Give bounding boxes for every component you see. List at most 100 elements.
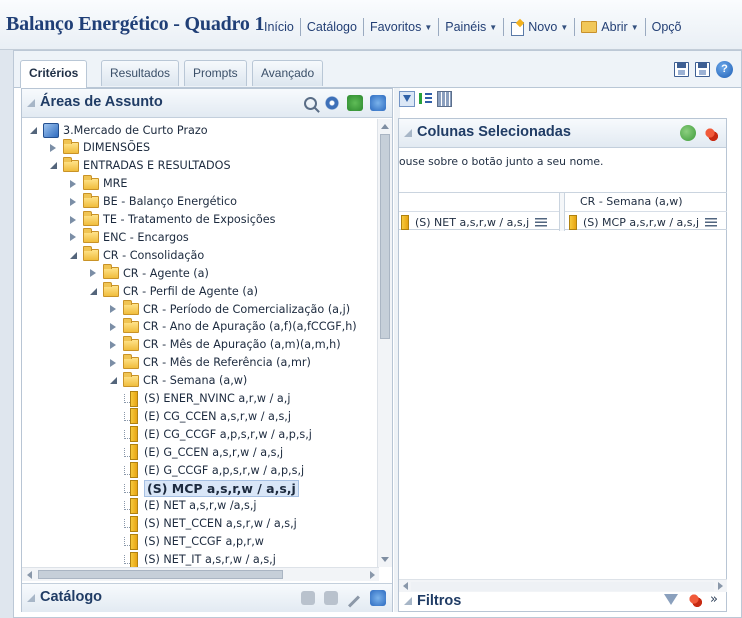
tree-folder-item[interactable]: MRE — [68, 174, 128, 193]
tree-folder-item[interactable]: CR - Ano de Apuração (a,f)(a,fCCGF,h) — [108, 317, 357, 336]
catalog-header[interactable]: Catálogo — [22, 583, 392, 612]
tree-column-item[interactable]: (E) CG_CCGF a,p,s,r,w / a,p,s,j — [124, 425, 312, 443]
tree-folder-item[interactable]: CR - Consolidação — [68, 246, 204, 264]
tab-criterios[interactable]: Critérios — [20, 60, 88, 88]
tree-column-item[interactable]: (S) MCP a,s,r,w / a,s,j — [124, 479, 299, 497]
tree-item-label: (E) G_CCEN a,s,r,w / a,s,j — [144, 445, 284, 459]
scroll-thumb[interactable] — [380, 134, 390, 339]
collapse-arrow-icon[interactable] — [68, 197, 78, 207]
view-options-icon[interactable] — [324, 95, 340, 111]
edit-icon[interactable] — [347, 594, 361, 608]
remove-filters-icon[interactable] — [686, 591, 703, 607]
scroll-left-icon[interactable] — [27, 571, 32, 579]
tab-prompts[interactable]: Prompts — [184, 60, 247, 86]
collapse-icon[interactable] — [404, 129, 412, 137]
tree-column-item[interactable]: (S) NET_CCGF a,p,r,w — [124, 533, 264, 551]
tree-horizontal-scrollbar[interactable] — [22, 567, 379, 581]
selected-column-net[interactable]: (S) NET a,s,r,w / a,s,j — [401, 213, 548, 231]
nav-paineis[interactable]: Painéis ▼ — [439, 20, 503, 34]
search-icon[interactable] — [304, 96, 317, 110]
tree-folder-item[interactable]: CR - Agente (a) — [88, 264, 209, 282]
tree-item-label: (S) ENER_NVINC a,r,w / a,j — [144, 392, 291, 405]
expand-icon[interactable] — [404, 597, 412, 605]
collapse-arrow-icon[interactable] — [68, 215, 78, 225]
scroll-track[interactable] — [411, 582, 714, 591]
collapse-arrow-icon[interactable] — [48, 143, 58, 153]
nav-catalogo[interactable]: Catálogo — [301, 20, 363, 34]
scroll-right-icon[interactable] — [718, 582, 723, 590]
column-menu-icon[interactable] — [535, 217, 548, 227]
tree-column-item[interactable]: (E) G_CCGF a,p,s,r,w / a,p,s,j — [124, 461, 304, 479]
sort-icon[interactable] — [419, 91, 433, 107]
expand-arrow-icon[interactable] — [68, 250, 78, 260]
filter-icon[interactable] — [399, 91, 415, 107]
collapse-arrow-icon[interactable] — [68, 232, 78, 242]
tree-column-item[interactable]: (S) ENER_NVINC a,r,w / a,j — [124, 390, 291, 408]
collapse-icon[interactable] — [27, 99, 35, 107]
collapse-arrow-icon[interactable] — [88, 268, 98, 278]
add-icon[interactable] — [301, 591, 315, 605]
expand-arrow-icon[interactable] — [28, 125, 38, 135]
refresh-icon[interactable] — [370, 590, 386, 606]
nav-opcoes[interactable]: Opçõ — [646, 20, 688, 34]
collapse-arrow-icon[interactable] — [108, 358, 118, 368]
expand-arrow-icon[interactable] — [48, 161, 58, 171]
column-icon — [130, 497, 138, 514]
collapse-arrow-icon[interactable] — [108, 340, 118, 350]
expand-arrow-icon[interactable] — [88, 286, 98, 296]
add-filter-icon[interactable] — [664, 593, 679, 605]
nav-inicio[interactable]: Início — [258, 20, 300, 34]
collapse-arrow-icon[interactable] — [108, 304, 118, 314]
nav-abrir[interactable]: Abrir ▼ — [575, 20, 644, 34]
scroll-up-icon[interactable] — [381, 124, 389, 129]
column-menu-icon[interactable] — [705, 217, 718, 227]
refresh-icon[interactable] — [370, 95, 386, 111]
tree-folder-item[interactable]: CR - Mês de Apuração (a,m)(a,m,h) — [108, 335, 341, 354]
save-as-icon[interactable] — [695, 62, 710, 77]
expand-arrow-icon[interactable] — [108, 376, 118, 386]
tree-column-item[interactable]: (E) G_CCEN a,s,r,w / a,s,j — [124, 443, 284, 461]
help-icon[interactable]: ? — [716, 61, 733, 78]
expand-icon[interactable] — [27, 594, 35, 602]
tree-folder-item[interactable]: DIMENSÕES — [48, 138, 150, 157]
tree-folder-item[interactable]: 3.Mercado de Curto Prazo — [28, 121, 208, 139]
collapse-arrow-icon[interactable] — [68, 179, 78, 189]
tab-avancado[interactable]: Avançado — [252, 60, 324, 86]
tree-folder-item[interactable]: BE - Balanço Energético — [68, 192, 237, 211]
tree-folder-item[interactable]: CR - Semana (a,w) — [108, 371, 247, 390]
collapse-arrow-icon[interactable] — [108, 322, 118, 332]
scroll-thumb[interactable] — [38, 570, 283, 579]
view-icon[interactable] — [324, 591, 338, 605]
scroll-right-icon[interactable] — [370, 571, 375, 579]
tree-item-label: CR - Ano de Apuração (a,f)(a,fCCGF,h) — [143, 320, 357, 334]
scroll-down-icon[interactable] — [381, 557, 389, 562]
tree-column-item[interactable]: (E) CG_CCEN a,s,r,w / a,s,j — [124, 407, 291, 425]
selected-columns-toolbar — [680, 125, 718, 141]
tree-folder-item[interactable]: ENC - Encargos — [68, 228, 189, 246]
tab-resultados[interactable]: Resultados — [101, 60, 180, 86]
column-icon — [130, 480, 138, 496]
column-properties-icon[interactable] — [437, 91, 452, 107]
nav-favoritos[interactable]: Favoritos ▼ — [364, 20, 438, 34]
filters-header[interactable]: Filtros » — [399, 591, 726, 612]
tree-folder-item[interactable]: CR - Perfil de Agente (a) — [88, 282, 258, 300]
tree-column-item[interactable]: (E) NET a,s,r,w /a,s,j — [124, 497, 257, 515]
add-column-icon[interactable] — [680, 125, 696, 141]
tree-item-label: CR - Mês de Referência (a,mr) — [143, 356, 311, 370]
remove-all-icon[interactable] — [702, 125, 718, 141]
selected-column-mcp[interactable]: (S) MCP a,s,r,w / a,s,j — [569, 213, 718, 231]
tree-column-item[interactable]: (S) NET_CCEN a,s,r,w / a,s,j — [124, 515, 297, 533]
tree-folder-item[interactable]: CR - Período de Comercialização (a,j) — [108, 300, 350, 318]
tree-folder-item[interactable]: TE - Tratamento de Exposições — [68, 210, 275, 229]
nav-novo[interactable]: Novo ▼ — [504, 20, 574, 36]
tree-column-item[interactable]: (S) NET_IT a,s,r,w / a,s,j — [124, 551, 276, 567]
tree-folder-item[interactable]: CR - Mês de Referência (a,mr) — [108, 353, 311, 372]
tree-vertical-scrollbar[interactable] — [377, 119, 392, 567]
folder-icon — [581, 21, 598, 33]
save-icon[interactable] — [674, 62, 689, 77]
tree-item-label: (E) CG_CCEN a,s,r,w / a,s,j — [144, 409, 291, 423]
tree-folder-item[interactable]: ENTRADAS E RESULTADOS — [48, 156, 231, 175]
more-icon[interactable]: » — [710, 592, 718, 607]
scroll-left-icon[interactable] — [403, 582, 408, 590]
add-subject-area-icon[interactable] — [347, 95, 363, 111]
